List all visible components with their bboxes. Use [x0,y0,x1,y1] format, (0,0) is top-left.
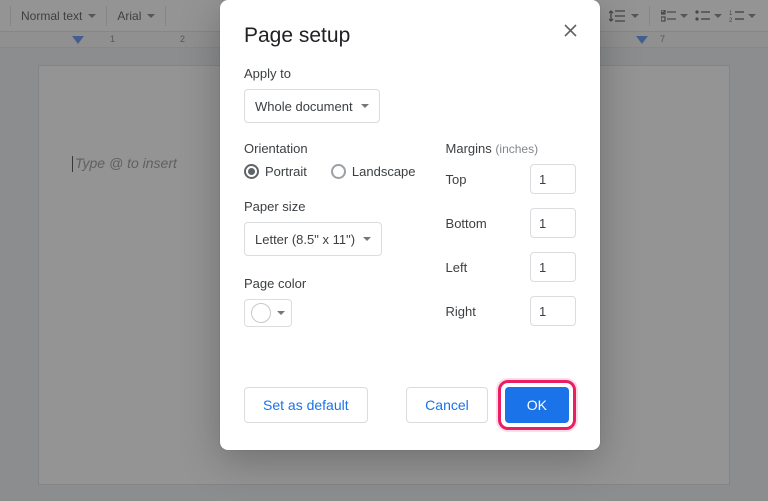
margin-right-input[interactable] [530,296,576,326]
radio-unchecked-icon [331,164,346,179]
ok-button-highlight: OK [498,380,576,430]
margins-hint: (inches) [495,142,538,156]
apply-to-select[interactable]: Whole document [244,89,380,123]
page-setup-dialog: Page setup Apply to Whole document Orien… [220,0,600,450]
margin-bottom-label: Bottom [446,216,487,231]
chevron-down-icon [277,311,285,315]
radio-checked-icon [244,164,259,179]
paper-size-label: Paper size [244,199,416,214]
margin-left-input[interactable] [530,252,576,282]
margin-top-label: Top [446,172,467,187]
ok-button[interactable]: OK [505,387,569,423]
set-as-default-button[interactable]: Set as default [244,387,368,423]
cancel-button[interactable]: Cancel [406,387,488,423]
close-icon[interactable] [560,20,580,40]
chevron-down-icon [361,104,369,108]
margin-right-label: Right [446,304,476,319]
orientation-landscape-label: Landscape [352,164,416,179]
color-swatch-icon [251,303,271,323]
paper-size-select[interactable]: Letter (8.5" x 11") [244,222,382,256]
orientation-landscape-radio[interactable]: Landscape [331,164,416,179]
apply-to-value: Whole document [255,99,353,114]
apply-to-label: Apply to [244,66,576,81]
page-color-label: Page color [244,276,416,291]
chevron-down-icon [363,237,371,241]
page-color-select[interactable] [244,299,292,327]
paper-size-value: Letter (8.5" x 11") [255,232,355,247]
orientation-label: Orientation [244,141,416,156]
margin-left-label: Left [446,260,468,275]
margins-label: Margins (inches) [446,141,576,156]
margin-bottom-input[interactable] [530,208,576,238]
orientation-portrait-label: Portrait [265,164,307,179]
margin-top-input[interactable] [530,164,576,194]
dialog-title: Page setup [244,24,576,48]
orientation-portrait-radio[interactable]: Portrait [244,164,307,179]
